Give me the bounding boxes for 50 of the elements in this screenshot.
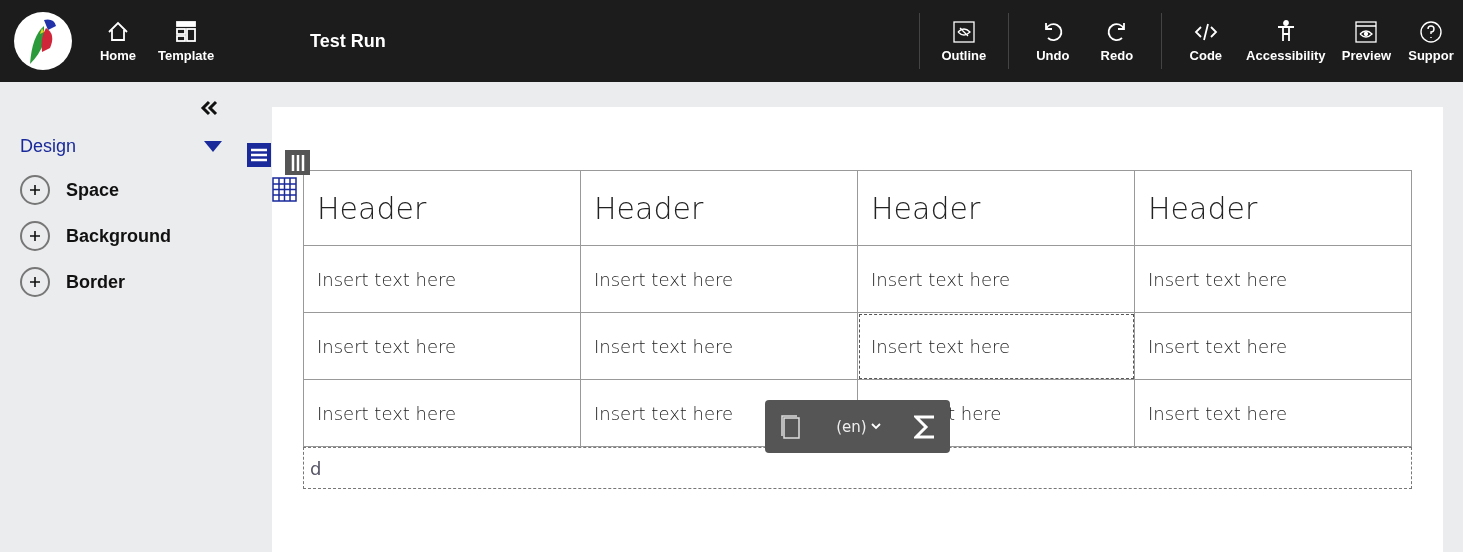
property-label: Border (66, 271, 125, 293)
header-cell[interactable]: Header (304, 171, 581, 246)
template-button[interactable]: Template (150, 19, 223, 63)
accessibility-button[interactable]: Accessibility (1237, 19, 1334, 63)
eye-off-icon (951, 19, 976, 44)
plus-icon (30, 277, 40, 287)
table-cell[interactable]: Insert text here (1135, 313, 1412, 380)
table-cell[interactable]: Insert text here (1135, 380, 1412, 447)
copy-icon[interactable] (778, 413, 803, 440)
help-icon (1419, 19, 1443, 44)
home-button[interactable]: Home (86, 19, 150, 63)
expand-button[interactable] (20, 267, 50, 297)
menu-handle[interactable] (247, 143, 271, 167)
table-cell[interactable]: Insert text here (858, 313, 1135, 380)
table-cell[interactable]: Insert text here (858, 246, 1135, 313)
layout-icon (174, 19, 199, 44)
outline-button[interactable]: Outline (931, 19, 996, 63)
property-label: Background (66, 225, 171, 247)
header-cell[interactable]: Header (1135, 171, 1412, 246)
header-cell[interactable]: Header (581, 171, 858, 246)
table-cell[interactable]: Insert text here (304, 380, 581, 447)
preview-icon (1354, 19, 1379, 44)
columns-handle[interactable] (285, 150, 310, 175)
plus-icon (30, 231, 40, 241)
table-cell[interactable]: Insert text here (581, 246, 858, 313)
preview-button[interactable]: Preview (1333, 19, 1399, 63)
undo-button[interactable]: Undo (1020, 19, 1085, 63)
chevron-icon (870, 423, 881, 430)
section-title: Design (20, 136, 77, 157)
logo[interactable] (14, 12, 72, 70)
property-label: Space (66, 179, 120, 201)
table-icon[interactable] (272, 177, 297, 202)
expand-button[interactable] (20, 221, 50, 251)
caret-icon[interactable] (204, 141, 222, 152)
document-title: Test Run (310, 30, 386, 52)
code-button[interactable]: Code (1173, 19, 1238, 63)
support-button[interactable]: Suppor (1399, 19, 1463, 63)
table-cell[interactable]: Insert text here (581, 313, 858, 380)
home-icon (106, 19, 130, 44)
double-chevron-icon (200, 100, 218, 116)
redo-button[interactable]: Redo (1084, 19, 1149, 63)
menu-icon (251, 148, 267, 162)
header-cell[interactable]: Header (858, 171, 1135, 246)
plus-icon (30, 185, 40, 195)
sigma-icon[interactable] (914, 413, 937, 440)
columns-icon (290, 154, 305, 171)
table-cell[interactable]: Insert text here (304, 313, 581, 380)
table-cell[interactable]: Insert text here (304, 246, 581, 313)
expand-button[interactable] (20, 175, 50, 205)
table-cell[interactable]: Insert text here (1135, 246, 1412, 313)
